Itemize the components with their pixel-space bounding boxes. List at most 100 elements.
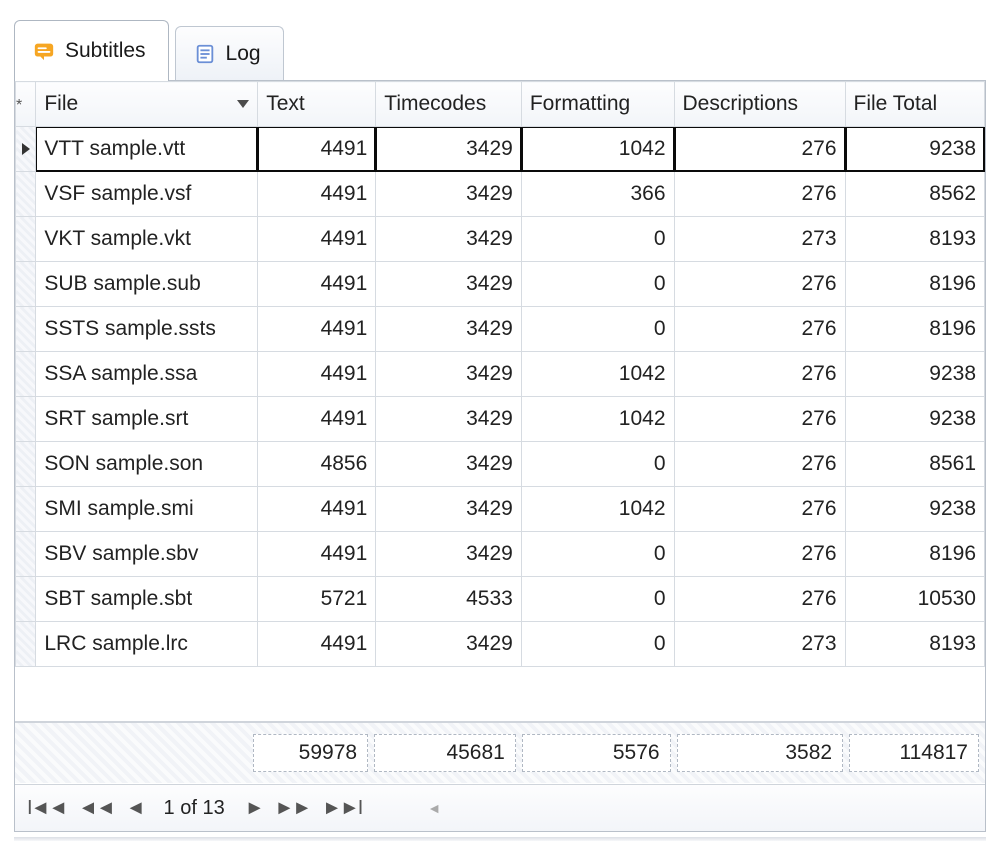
cell-filetotal[interactable]: 8561 bbox=[845, 442, 984, 487]
cell-file[interactable]: SMI sample.smi bbox=[36, 487, 258, 532]
table-row[interactable]: SBT sample.sbt57214533027610530 bbox=[16, 577, 985, 622]
cell-file[interactable]: SRT sample.srt bbox=[36, 397, 258, 442]
cell-text[interactable]: 4491 bbox=[258, 487, 376, 532]
row-indicator[interactable] bbox=[16, 532, 36, 577]
table-row[interactable]: SON sample.son4856342902768561 bbox=[16, 442, 985, 487]
cell-formatting[interactable]: 0 bbox=[521, 307, 674, 352]
cell-formatting[interactable]: 0 bbox=[521, 622, 674, 667]
row-indicator[interactable] bbox=[16, 262, 36, 307]
cell-file[interactable]: SON sample.son bbox=[36, 442, 258, 487]
row-indicator[interactable] bbox=[16, 397, 36, 442]
cell-file[interactable]: SBT sample.sbt bbox=[36, 577, 258, 622]
nav-next-button[interactable]: ► bbox=[239, 793, 269, 824]
cell-filetotal[interactable]: 8196 bbox=[845, 307, 984, 352]
table-row[interactable]: SSTS sample.ssts4491342902768196 bbox=[16, 307, 985, 352]
row-indicator[interactable] bbox=[16, 217, 36, 262]
row-indicator[interactable] bbox=[16, 352, 36, 397]
row-indicator[interactable] bbox=[16, 442, 36, 487]
cell-timecodes[interactable]: 3429 bbox=[376, 532, 522, 577]
col-formatting[interactable]: Formatting bbox=[521, 82, 674, 127]
cell-timecodes[interactable]: 3429 bbox=[376, 172, 522, 217]
cell-text[interactable]: 4491 bbox=[258, 352, 376, 397]
row-indicator-header[interactable] bbox=[16, 82, 36, 127]
cell-file[interactable]: SSA sample.ssa bbox=[36, 352, 258, 397]
tab-log[interactable]: Log bbox=[175, 26, 284, 81]
cell-formatting[interactable]: 0 bbox=[521, 532, 674, 577]
cell-filetotal[interactable]: 10530 bbox=[845, 577, 984, 622]
cell-filetotal[interactable]: 9238 bbox=[845, 127, 984, 172]
row-indicator[interactable] bbox=[16, 622, 36, 667]
table-row[interactable]: VTT sample.vtt4491342910422769238 bbox=[16, 127, 985, 172]
cell-file[interactable]: VSF sample.vsf bbox=[36, 172, 258, 217]
cell-descriptions[interactable]: 276 bbox=[674, 532, 845, 577]
cell-timecodes[interactable]: 3429 bbox=[376, 352, 522, 397]
horizontal-scroll-track[interactable]: ◄ bbox=[427, 800, 985, 816]
cell-descriptions[interactable]: 276 bbox=[674, 127, 845, 172]
cell-filetotal[interactable]: 8196 bbox=[845, 532, 984, 577]
row-indicator[interactable] bbox=[16, 487, 36, 532]
cell-formatting[interactable]: 366 bbox=[521, 172, 674, 217]
table-row[interactable]: SMI sample.smi4491342910422769238 bbox=[16, 487, 985, 532]
cell-filetotal[interactable]: 9238 bbox=[845, 352, 984, 397]
cell-formatting[interactable]: 1042 bbox=[521, 487, 674, 532]
cell-formatting[interactable]: 0 bbox=[521, 442, 674, 487]
cell-text[interactable]: 5721 bbox=[258, 577, 376, 622]
cell-text[interactable]: 4491 bbox=[258, 397, 376, 442]
cell-descriptions[interactable]: 276 bbox=[674, 397, 845, 442]
cell-formatting[interactable]: 1042 bbox=[521, 127, 674, 172]
cell-filetotal[interactable]: 9238 bbox=[845, 487, 984, 532]
cell-timecodes[interactable]: 3429 bbox=[376, 622, 522, 667]
cell-timecodes[interactable]: 3429 bbox=[376, 217, 522, 262]
cell-file[interactable]: VKT sample.vkt bbox=[36, 217, 258, 262]
cell-text[interactable]: 4491 bbox=[258, 127, 376, 172]
col-text[interactable]: Text bbox=[258, 82, 376, 127]
nav-prev-page-button[interactable]: ◄◄ bbox=[72, 793, 120, 824]
cell-timecodes[interactable]: 4533 bbox=[376, 577, 522, 622]
row-indicator[interactable] bbox=[16, 307, 36, 352]
row-indicator[interactable] bbox=[16, 127, 36, 172]
cell-descriptions[interactable]: 276 bbox=[674, 352, 845, 397]
col-timecodes[interactable]: Timecodes bbox=[376, 82, 522, 127]
cell-formatting[interactable]: 0 bbox=[521, 262, 674, 307]
cell-file[interactable]: VTT sample.vtt bbox=[36, 127, 258, 172]
cell-descriptions[interactable]: 276 bbox=[674, 487, 845, 532]
cell-descriptions[interactable]: 276 bbox=[674, 262, 845, 307]
nav-first-button[interactable]: I◄◄ bbox=[21, 793, 72, 824]
col-filetotal[interactable]: File Total bbox=[845, 82, 984, 127]
cell-filetotal[interactable]: 8193 bbox=[845, 622, 984, 667]
table-row[interactable]: VKT sample.vkt4491342902738193 bbox=[16, 217, 985, 262]
cell-descriptions[interactable]: 276 bbox=[674, 307, 845, 352]
cell-text[interactable]: 4856 bbox=[258, 442, 376, 487]
cell-formatting[interactable]: 0 bbox=[521, 217, 674, 262]
cell-filetotal[interactable]: 8193 bbox=[845, 217, 984, 262]
cell-descriptions[interactable]: 273 bbox=[674, 217, 845, 262]
cell-filetotal[interactable]: 8196 bbox=[845, 262, 984, 307]
cell-file[interactable]: SSTS sample.ssts bbox=[36, 307, 258, 352]
cell-text[interactable]: 4491 bbox=[258, 217, 376, 262]
cell-text[interactable]: 4491 bbox=[258, 172, 376, 217]
table-row[interactable]: VSF sample.vsf449134293662768562 bbox=[16, 172, 985, 217]
cell-timecodes[interactable]: 3429 bbox=[376, 442, 522, 487]
cell-timecodes[interactable]: 3429 bbox=[376, 262, 522, 307]
cell-timecodes[interactable]: 3429 bbox=[376, 127, 522, 172]
cell-timecodes[interactable]: 3429 bbox=[376, 397, 522, 442]
cell-descriptions[interactable]: 273 bbox=[674, 622, 845, 667]
cell-filetotal[interactable]: 8562 bbox=[845, 172, 984, 217]
cell-text[interactable]: 4491 bbox=[258, 307, 376, 352]
cell-timecodes[interactable]: 3429 bbox=[376, 307, 522, 352]
cell-timecodes[interactable]: 3429 bbox=[376, 487, 522, 532]
cell-descriptions[interactable]: 276 bbox=[674, 172, 845, 217]
nav-last-button[interactable]: ►►I bbox=[316, 793, 367, 824]
table-row[interactable]: SUB sample.sub4491342902768196 bbox=[16, 262, 985, 307]
table-row[interactable]: LRC sample.lrc4491342902738193 bbox=[16, 622, 985, 667]
table-row[interactable]: SRT sample.srt4491342910422769238 bbox=[16, 397, 985, 442]
cell-text[interactable]: 4491 bbox=[258, 532, 376, 577]
col-descriptions[interactable]: Descriptions bbox=[674, 82, 845, 127]
cell-filetotal[interactable]: 9238 bbox=[845, 397, 984, 442]
cell-file[interactable]: SUB sample.sub bbox=[36, 262, 258, 307]
nav-next-page-button[interactable]: ►► bbox=[269, 793, 317, 824]
cell-formatting[interactable]: 0 bbox=[521, 577, 674, 622]
cell-formatting[interactable]: 1042 bbox=[521, 397, 674, 442]
cell-formatting[interactable]: 1042 bbox=[521, 352, 674, 397]
cell-descriptions[interactable]: 276 bbox=[674, 577, 845, 622]
